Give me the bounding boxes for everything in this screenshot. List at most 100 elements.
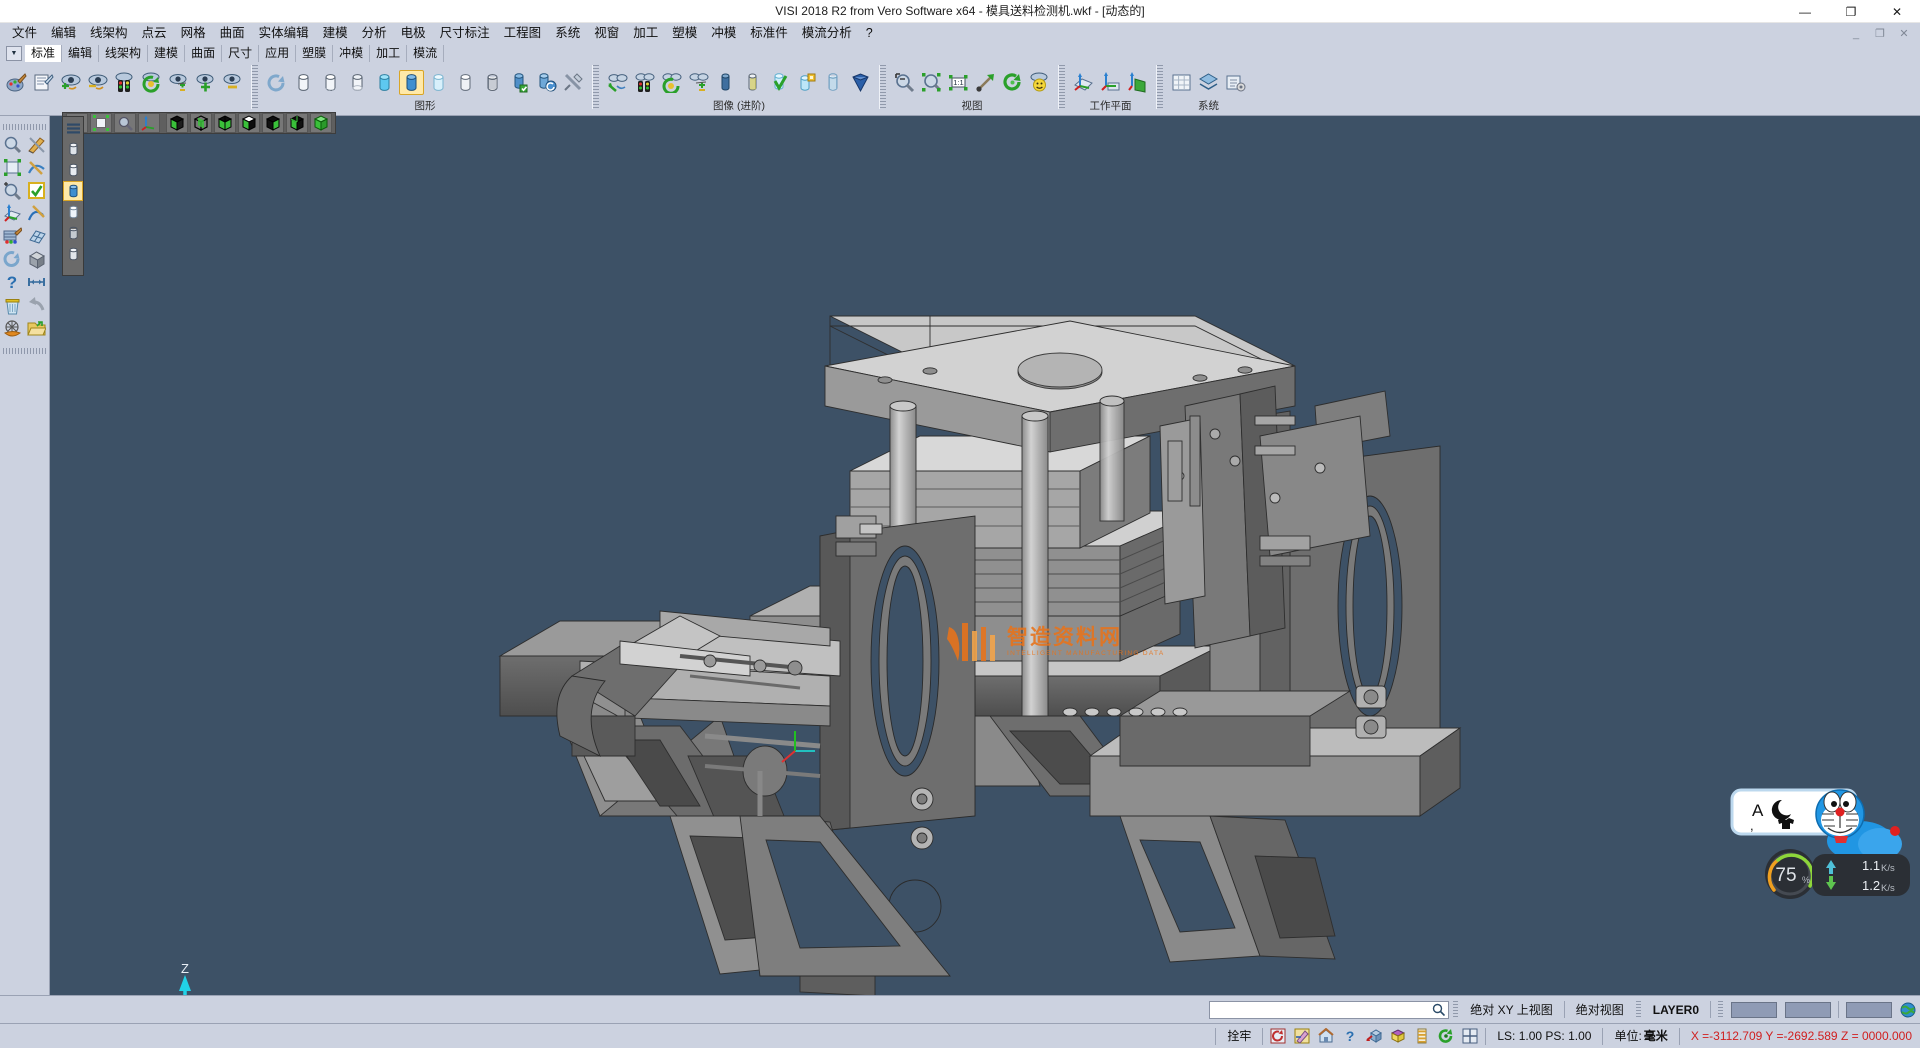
tab-wireframe[interactable]: 线架构 — [99, 45, 148, 62]
measure-icon[interactable] — [26, 271, 49, 294]
search-input[interactable] — [1209, 1001, 1449, 1019]
cylinder-blue-e-icon[interactable] — [534, 70, 559, 95]
layer-label[interactable]: LAYER0 — [1645, 1000, 1707, 1020]
wrench-tool-icon[interactable] — [561, 70, 586, 95]
color-swatch-3[interactable] — [1846, 1002, 1892, 1018]
tab-edit[interactable]: 编辑 — [62, 45, 99, 62]
tab-standard[interactable]: 标准 — [25, 45, 62, 62]
rotate-green-icon[interactable] — [1000, 70, 1025, 95]
box-yellow-icon[interactable] — [1388, 1026, 1408, 1046]
cylinder-blue-icon[interactable] — [63, 181, 83, 201]
cylinder-outline-1-icon[interactable] — [291, 70, 316, 95]
tab-application[interactable]: 应用 — [259, 45, 296, 62]
check-yellow-icon[interactable] — [26, 179, 49, 202]
menu-item-file[interactable]: 文件 — [5, 24, 44, 43]
cylinder-dark-icon[interactable] — [713, 70, 738, 95]
minimize-button[interactable]: — — [1782, 0, 1828, 23]
grid-plane-icon[interactable] — [26, 225, 49, 248]
system-layer-icon[interactable] — [1196, 70, 1221, 95]
menu-item-window[interactable]: 视窗 — [587, 24, 626, 43]
tab-modeling[interactable]: 建模 — [148, 45, 185, 62]
zoom-plus-icon[interactable] — [1, 179, 24, 202]
wp-axis-green-icon[interactable] — [1125, 70, 1150, 95]
glasses-refresh-icon[interactable] — [659, 70, 684, 95]
menu-item-electrode[interactable]: 电极 — [394, 24, 433, 43]
tab-flow[interactable]: 模流 — [407, 45, 444, 62]
cylinder-light-icon[interactable] — [63, 202, 83, 222]
traffic-light-icon[interactable] — [112, 70, 137, 95]
color-swatch-1[interactable] — [1731, 1002, 1777, 1018]
menu-item-modeling[interactable]: 建模 — [316, 24, 355, 43]
glasses-traffic-icon[interactable] — [632, 70, 657, 95]
grid-cross-icon[interactable] — [1460, 1026, 1480, 1046]
tab-mold[interactable]: 塑膜 — [296, 45, 333, 62]
print-preview-icon[interactable] — [31, 70, 56, 95]
smiley-eye-icon[interactable] — [1027, 70, 1052, 95]
status-gripper[interactable] — [1636, 1001, 1641, 1019]
view-mode-label[interactable]: 绝对 XY 上视图 — [1462, 1000, 1560, 1020]
zoom-glass-icon[interactable] — [1, 133, 24, 156]
tab-surface[interactable]: 曲面 — [185, 45, 222, 62]
cylinder-green-icon[interactable] — [507, 70, 532, 95]
refresh-green-icon[interactable] — [139, 70, 164, 95]
cylinder-check-icon[interactable] — [767, 70, 792, 95]
globe-icon[interactable] — [1898, 1000, 1918, 1020]
menu-item-mesh[interactable]: 网格 — [174, 24, 213, 43]
toolbar-gripper[interactable] — [592, 65, 599, 109]
open-folder-icon[interactable] — [26, 317, 49, 340]
cylinder-square-icon[interactable] — [794, 70, 819, 95]
toolbar-gripper[interactable] — [879, 65, 886, 109]
status-gripper[interactable] — [1453, 1001, 1458, 1019]
fit-view-icon[interactable] — [90, 113, 112, 133]
menu-item-drawing[interactable]: 工程图 — [497, 24, 549, 43]
snap-label[interactable]: 拴牢 — [1219, 1026, 1259, 1046]
eye-minus-icon[interactable] — [220, 70, 245, 95]
arrow-diagonal-icon[interactable] — [973, 70, 998, 95]
cylinder-hatch2-icon[interactable] — [821, 70, 846, 95]
tab-press[interactable]: 冲模 — [333, 45, 370, 62]
diamond-blue-icon[interactable] — [848, 70, 873, 95]
menu-item-edit[interactable]: 编辑 — [44, 24, 83, 43]
cylinder-plain-icon[interactable] — [63, 244, 83, 264]
solid-refresh-icon[interactable] — [264, 70, 289, 95]
chevron-down-icon[interactable]: ▼ — [6, 46, 22, 61]
eye-plus-icon[interactable] — [193, 70, 218, 95]
view-shade-icon[interactable] — [238, 113, 260, 133]
eye-add-icon[interactable] — [58, 70, 83, 95]
menu-item-system[interactable]: 系统 — [548, 24, 587, 43]
menu-item-dimension[interactable]: 尺寸标注 — [433, 24, 497, 43]
snap-point-icon[interactable] — [1292, 1026, 1312, 1046]
pencil-edit-icon[interactable] — [26, 133, 49, 156]
refresh-blue-icon[interactable] — [1, 248, 24, 271]
menu-item-standard-parts[interactable]: 标准件 — [743, 24, 795, 43]
toolbar-gripper[interactable] — [1156, 65, 1163, 109]
menu-item-wireframe[interactable]: 线架构 — [83, 24, 135, 43]
wp-axis-plane-icon[interactable] — [1071, 70, 1096, 95]
menu-item-machining[interactable]: 加工 — [626, 24, 665, 43]
trash-icon[interactable] — [1, 294, 24, 317]
tab-dimension[interactable]: 尺寸 — [222, 45, 259, 62]
help-question-icon[interactable]: ? — [1340, 1026, 1360, 1046]
palette-icon[interactable] — [1, 225, 24, 248]
list-lines-icon[interactable] — [63, 118, 83, 138]
menu-item-help[interactable]: ? — [859, 24, 880, 43]
layers-icon[interactable] — [1412, 1026, 1432, 1046]
help-question-icon[interactable]: ? — [1, 271, 24, 294]
cylinder-outline-2-icon[interactable] — [318, 70, 343, 95]
view-wire-icon[interactable] — [190, 113, 212, 133]
mdi-close-button[interactable]: ✕ — [1892, 24, 1916, 43]
cylinder-outline2-icon[interactable] — [63, 160, 83, 180]
menu-item-mold[interactable]: 塑模 — [665, 24, 704, 43]
cylinder-stripe-icon[interactable] — [740, 70, 765, 95]
rotate-icon[interactable] — [1436, 1026, 1456, 1046]
maximize-button[interactable]: ❐ — [1828, 0, 1874, 23]
color-swatch-2[interactable] — [1785, 1002, 1831, 1018]
scale-1to1-icon[interactable]: 1:1 — [946, 70, 971, 95]
cylinder-cyan-icon[interactable] — [372, 70, 397, 95]
mdi-maximize-button[interactable]: ❐ — [1868, 24, 1892, 43]
toolbar-gripper-dots[interactable] — [3, 124, 47, 130]
glasses-wrench-icon[interactable] — [605, 70, 630, 95]
system-grid-icon[interactable] — [1169, 70, 1194, 95]
eye-plusminus-icon[interactable] — [166, 70, 191, 95]
cylinder-blue-selected-icon[interactable] — [399, 70, 424, 95]
